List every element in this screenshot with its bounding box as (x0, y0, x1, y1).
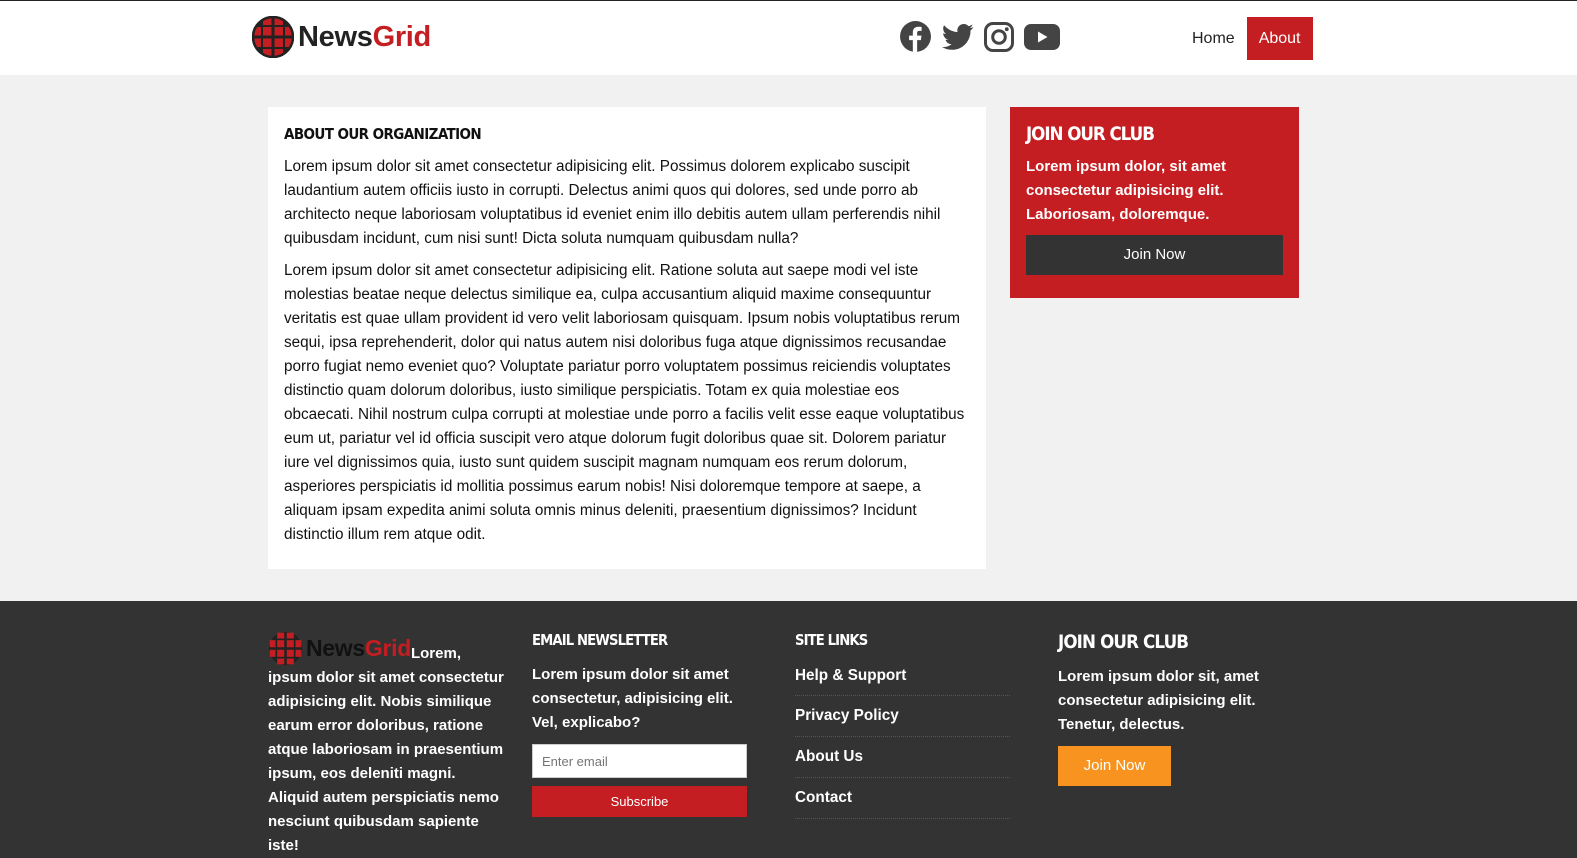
club-title: Join Our Club (1026, 123, 1155, 145)
footer-logo-wordmark: NewsGrid (306, 637, 411, 660)
link-privacy-policy[interactable]: Privacy Policy (795, 707, 899, 724)
logo-wordmark: NewsGrid (298, 20, 432, 53)
footer-newsletter: Email Newsletter Lorem ipsum dolor sit a… (532, 631, 762, 817)
footer-about: NewsGrid Lorem, ipsum dolor sit amet con… (268, 631, 508, 858)
footer-join-now-button[interactable]: Join Now (1058, 746, 1171, 786)
footer-about-text: Lorem, ipsum dolor sit amet consectetur … (268, 645, 504, 854)
main-nav: Home About (1180, 17, 1313, 60)
footer-join-club: Join Our Club Lorem ipsum dolor sit, ame… (1058, 631, 1298, 786)
site-links-title: Site Links (795, 631, 868, 649)
link-help-support[interactable]: Help & Support (795, 667, 906, 684)
link-contact[interactable]: Contact (795, 789, 852, 806)
nav-home-link[interactable]: Home (1180, 17, 1247, 60)
join-club-panel: Join Our Club Lorem ipsum dolor, sit ame… (1010, 107, 1299, 298)
article-paragraph-1: Lorem ipsum dolor sit amet consectetur a… (284, 158, 941, 247)
youtube-icon[interactable] (1024, 23, 1060, 50)
list-item: Help & Support (795, 663, 1010, 696)
logo-news-text: News (298, 20, 373, 53)
newsletter-email-input[interactable] (532, 744, 747, 778)
facebook-icon[interactable] (899, 20, 932, 53)
join-now-button[interactable]: Join Now (1026, 235, 1283, 275)
site-logo[interactable]: NewsGrid (252, 16, 431, 58)
globe-logo-icon (252, 16, 294, 58)
list-item: About Us (795, 737, 1010, 778)
site-links-list: Help & Support Privacy Policy About Us C… (795, 663, 1010, 819)
instagram-icon[interactable] (984, 21, 1014, 52)
footer-logo-news-text: News (306, 635, 365, 661)
social-links (899, 20, 1070, 53)
article-title: About Our Organization (284, 125, 482, 143)
link-about-us[interactable]: About Us (795, 748, 863, 765)
globe-logo-icon (268, 631, 303, 666)
site-footer: NewsGrid Lorem, ipsum dolor sit amet con… (0, 601, 1577, 858)
newsletter-text: Lorem ipsum dolor sit amet consectetur, … (532, 666, 733, 731)
about-article: About Our Organization Lorem ipsum dolor… (268, 107, 986, 569)
logo-grid-text: Grid (372, 20, 432, 53)
article-paragraph-2: Lorem ipsum dolor sit amet consectetur a… (284, 262, 965, 543)
footer-site-links: Site Links Help & Support Privacy Policy… (795, 631, 1010, 819)
twitter-icon[interactable] (942, 23, 974, 51)
club-text: Lorem ipsum dolor, sit amet consectetur … (1026, 158, 1227, 223)
footer-logo[interactable]: NewsGrid (268, 631, 411, 666)
footer-about-block: NewsGrid Lorem, ipsum dolor sit amet con… (268, 631, 508, 858)
newsletter-title: Email Newsletter (532, 631, 668, 649)
subscribe-button[interactable]: Subscribe (532, 786, 747, 817)
footer-logo-grid-text: Grid (364, 635, 411, 661)
nav-about-link[interactable]: About (1246, 17, 1313, 60)
list-item: Privacy Policy (795, 696, 1010, 737)
footer-club-text: Lorem ipsum dolor sit, amet consectetur … (1058, 668, 1259, 733)
list-item: Contact (795, 778, 1010, 819)
site-header: NewsGrid Home About (0, 0, 1577, 75)
footer-club-title: Join Our Club (1058, 631, 1189, 653)
